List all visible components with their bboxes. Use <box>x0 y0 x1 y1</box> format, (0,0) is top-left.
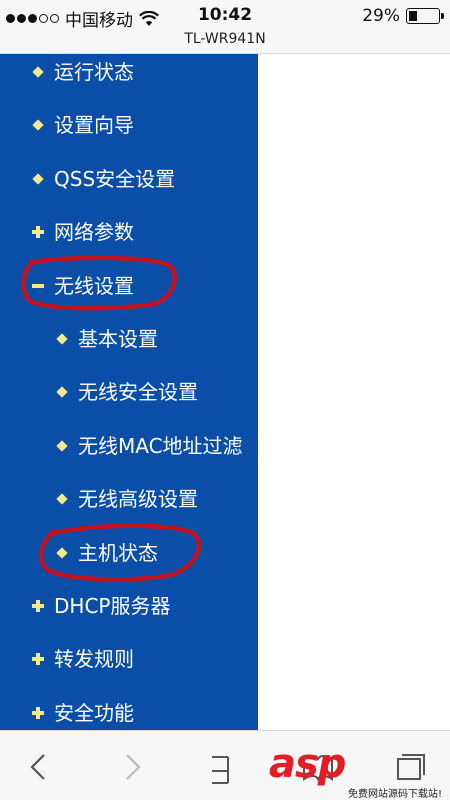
expand-plus-icon <box>32 706 44 719</box>
menu-item-label: 无线安全设置 <box>78 380 198 405</box>
bullet-icon <box>32 66 44 78</box>
chevron-right-icon <box>126 754 141 780</box>
watermark-subtitle: 免费网站源码下载站! <box>347 789 442 800</box>
forward-button[interactable] <box>115 749 151 785</box>
watermark-text: asp <box>269 741 346 787</box>
menu-item-label: 运行状态 <box>54 60 134 84</box>
menu-item-label: 无线设置 <box>54 273 134 298</box>
menu-item-label: 设置向导 <box>54 113 134 138</box>
menu-item-label: DHCP服务器 <box>54 594 171 618</box>
expand-plus-icon <box>32 600 44 612</box>
bullet-icon <box>56 440 68 452</box>
menu-item-10[interactable]: 主机状态 <box>0 533 258 573</box>
menu-item-11[interactable]: DHCP服务器 <box>0 586 258 626</box>
address-bar[interactable]: TL-WR941N <box>0 30 450 54</box>
menu-item-label: 基本设置 <box>78 327 158 351</box>
menu-item-3[interactable]: QSS安全设置 <box>0 159 258 199</box>
menu-item-1[interactable]: 运行状态 <box>0 54 258 92</box>
menu-item-label: 无线MAC地址过滤 <box>78 433 243 458</box>
menu-item-6[interactable]: 基本设置 <box>0 319 258 359</box>
expand-plus-icon <box>32 653 44 666</box>
menu-item-label: 转发规则 <box>54 647 134 672</box>
share-button[interactable] <box>208 749 244 785</box>
back-button[interactable] <box>22 749 58 785</box>
menu-item-12[interactable]: 转发规则 <box>0 639 258 679</box>
battery-area: 29% <box>362 6 444 26</box>
menu-item-label: 主机状态 <box>78 540 158 565</box>
battery-percent: 29% <box>362 6 400 26</box>
bullet-icon <box>32 173 44 185</box>
expand-plus-icon <box>32 226 44 239</box>
menu-item-4[interactable]: 网络参数 <box>0 212 258 252</box>
page-title: TL-WR941N <box>184 31 266 47</box>
bullet-icon <box>56 333 68 345</box>
menu-item-8[interactable]: 无线MAC地址过滤 <box>0 426 258 466</box>
chevron-left-icon <box>30 754 45 780</box>
menu-item-9[interactable]: 无线高级设置 <box>0 479 258 519</box>
collapse-minus-icon <box>32 280 44 292</box>
menu-item-label: 无线高级设置 <box>78 487 198 512</box>
share-icon <box>212 756 229 784</box>
status-bar: 中国移动 10:42 29% <box>0 0 450 32</box>
site-watermark-logo: asp 免费网站源码下载站! <box>269 742 444 800</box>
menu-item-label: QSS安全设置 <box>54 166 176 191</box>
bullet-icon <box>56 493 68 505</box>
menu-item-5[interactable]: 无线设置 <box>0 266 258 306</box>
router-menu: 运行状态设置向导 QSS安全设置 网络参数无线设置基本设置无线安全设置无线MAC地址… <box>0 54 258 730</box>
bullet-icon <box>32 119 44 132</box>
menu-item-2[interactable]: 设置向导 <box>0 105 258 145</box>
bullet-icon <box>56 546 68 559</box>
menu-item-label: 安全功能 <box>54 700 134 725</box>
battery-icon <box>406 8 444 24</box>
web-content: 运行状态设置向导 QSS安全设置 网络参数无线设置基本设置无线安全设置无线MAC地址… <box>0 54 450 730</box>
menu-item-label: 网络参数 <box>54 220 134 245</box>
menu-item-13[interactable]: 安全功能 <box>0 693 258 730</box>
bullet-icon <box>56 386 68 399</box>
menu-item-7[interactable]: 无线安全设置 <box>0 372 258 412</box>
